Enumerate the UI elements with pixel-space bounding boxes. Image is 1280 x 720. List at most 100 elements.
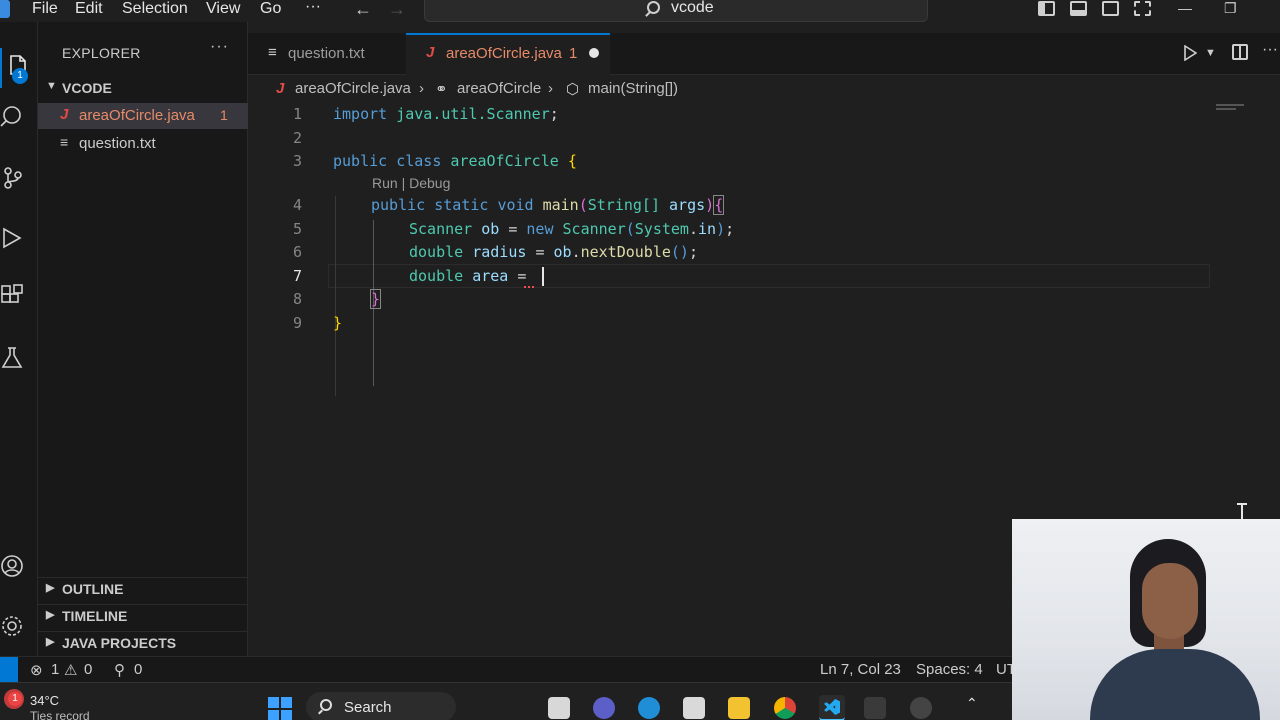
method-symbol-icon: ⬡ [566,81,580,98]
line-number: 6 [292,243,302,261]
extensions-icon[interactable] [0,284,24,308]
windows-start-icon[interactable] [268,697,292,720]
sidebar-title: EXPLORER [62,45,141,61]
errors-icon[interactable]: ⊗ [30,661,43,679]
text-caret [542,267,544,286]
indent-guide [335,196,336,396]
ports-count[interactable]: 0 [134,661,142,678]
teams-app-icon[interactable] [593,697,615,719]
run-and-debug-icon[interactable] [0,226,24,250]
breadcrumb-class[interactable]: areaOfCircle [457,80,541,97]
run-dropdown-chevron-icon[interactable]: ▼ [1205,47,1216,59]
line-number: 5 [292,220,302,238]
search-view-icon[interactable] [0,104,24,128]
section-timeline[interactable]: ▶ TIMELINE [38,604,248,626]
error-count[interactable]: 1 [51,661,59,678]
tab-problem-count: 1 [569,45,578,62]
webcam-overlay [1012,519,1280,720]
line-number: 1 [292,105,302,123]
indentation[interactable]: Spaces: 4 [916,661,983,678]
source-control-icon[interactable] [0,166,24,190]
activity-bar: 1 [0,22,38,656]
chevron-right-icon: ▶ [46,609,55,621]
toggle-secondary-sidebar-icon[interactable] [1102,1,1119,16]
file-explorer-app-icon[interactable] [548,697,570,719]
folder-vcode[interactable]: ▼ VCODE [38,77,248,99]
text-file-icon: ≡ [268,44,277,61]
store-app-icon[interactable] [683,697,705,719]
code-line-9: } [333,314,343,332]
sidebar-more-actions[interactable]: ··· [210,38,229,56]
menu-edit[interactable]: Edit [75,0,103,18]
vscode-app-icon[interactable] [819,695,845,720]
search-icon [320,699,332,711]
toggle-panel-icon[interactable] [1070,1,1087,16]
show-hidden-icons-icon[interactable]: ⌃ [966,695,978,712]
code-line-3: public class areaOfCircle { [333,152,577,170]
unsaved-dot-icon[interactable] [589,48,599,58]
explorer-icon[interactable]: 1 [0,48,38,88]
chrome-app-icon[interactable] [774,697,796,719]
menu-file[interactable]: File [32,0,58,18]
app-icon[interactable] [910,697,932,719]
section-java-projects[interactable]: ▶ JAVA PROJECTS [38,631,248,653]
title-bar: File Edit Selection View Go ··· ← → vcod… [0,0,1280,22]
manage-gear-icon[interactable] [0,614,24,638]
run-java-icon[interactable] [1183,45,1197,61]
remote-indicator-icon[interactable] [0,657,18,683]
breadcrumb-method[interactable]: main(String[]) [588,80,678,97]
cursor-position[interactable]: Ln 7, Col 23 [820,661,901,678]
file-problem-count: 1 [220,107,228,123]
minimap[interactable] [1216,104,1244,106]
java-file-icon: J [60,106,69,123]
back-arrow-icon[interactable]: ← [354,0,372,18]
temperature: 34°C [30,693,60,708]
code-line-1: import java.util.Scanner; [333,105,559,123]
file-row-areaofcircle[interactable]: J areaOfCircle.java 1 [38,103,248,129]
menu-more[interactable]: ··· [305,0,321,16]
weather-badge: 1 [8,692,22,706]
toggle-primary-sidebar-icon[interactable] [1038,1,1055,16]
editor-tabs: ≡ question.txt J areaOfCircle.java 1 ▼ ·… [248,33,1280,75]
taskbar-search[interactable]: Search [306,692,456,720]
terminal-app-icon[interactable] [864,697,886,719]
explorer-badge: 1 [12,68,28,84]
weather-text: Ties record [30,709,90,720]
forward-arrow-icon[interactable]: → [388,0,406,18]
menu-go[interactable]: Go [260,0,281,18]
weather-widget[interactable]: 1 34°C Ties record [0,683,100,720]
minimap[interactable] [1216,108,1236,110]
restore-icon[interactable]: ❐ [1224,0,1237,16]
accounts-icon[interactable] [0,554,24,578]
codelens-run-debug[interactable]: Run | Debug [372,175,450,191]
breadcrumb-file[interactable]: areaOfCircle.java [295,80,411,97]
section-outline[interactable]: ▶ OUTLINE [38,577,248,599]
code-line-8: } [369,289,382,309]
tab-areaofcircle-java[interactable]: J areaOfCircle.java 1 [406,33,610,75]
editor-more-actions-icon[interactable]: ··· [1262,41,1278,59]
command-center[interactable]: vcode [424,0,928,22]
tab-question-txt[interactable]: ≡ question.txt [248,33,406,75]
chevron-down-icon: ▼ [46,80,57,92]
ports-icon[interactable]: ⚲ [114,661,125,679]
menu-view[interactable]: View [206,0,240,18]
error-squiggle [524,285,534,288]
breadcrumb-separator: › [548,80,553,97]
menu-selection[interactable]: Selection [122,0,188,18]
line-number: 8 [292,290,302,308]
warning-count[interactable]: 0 [84,661,92,678]
file-name: areaOfCircle.java [79,107,195,124]
edge-app-icon[interactable] [638,697,660,719]
warning-icon[interactable]: ⚠ [64,661,77,679]
line-number: 4 [292,196,302,214]
section-label: TIMELINE [62,608,128,624]
split-editor-icon[interactable] [1232,44,1248,60]
minimize-icon[interactable]: — [1178,0,1192,16]
folder-app-icon[interactable] [728,697,750,719]
file-row-question[interactable]: ≡ question.txt [38,131,248,157]
tab-label: question.txt [288,45,365,62]
breadcrumb: J areaOfCircle.java › ⚭ areaOfCircle › ⬡… [248,76,1280,102]
customize-layout-icon[interactable] [1134,1,1151,16]
testing-icon[interactable] [0,346,24,370]
search-icon [647,1,660,14]
